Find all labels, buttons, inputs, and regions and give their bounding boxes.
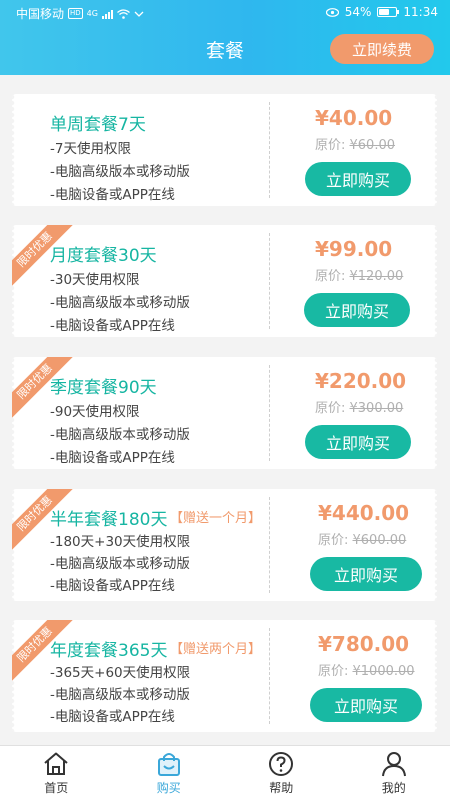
card-divider: [269, 497, 270, 593]
status-bar: 中国移动 HD 4G 54% 11:34: [0, 0, 450, 24]
original-price-label: 原价:: [315, 401, 350, 416]
plan-feature: -90天使用权限: [50, 404, 140, 420]
plan-card-monthly: 限时优惠 月度套餐30天 -30天使用权限 -电脑高级版本或移动版 -电脑设备或…: [12, 225, 437, 337]
plan-feature: -电脑高级版本或移动版: [50, 427, 190, 443]
plan-feature: -电脑设备或APP在线: [50, 318, 175, 334]
plan-card-weekly: 单周套餐7天 -7天使用权限 -电脑高级版本或移动版 -电脑设备或APP在线 ¥…: [12, 94, 437, 206]
buy-button[interactable]: 立即购买: [305, 162, 411, 196]
network-type: 4G: [86, 9, 98, 18]
carrier-label: 中国移动: [16, 7, 65, 21]
original-price: 原价: ¥60.00: [315, 134, 395, 153]
plan-name: 月度套餐30天: [50, 246, 157, 266]
nav-item-buy[interactable]: 购买: [113, 746, 226, 800]
buy-button[interactable]: 立即购买: [310, 557, 422, 591]
plan-price: ¥220.00: [315, 369, 407, 393]
home-icon: [44, 752, 68, 775]
gift-bonus-label: 【赠送两个月】: [170, 642, 262, 657]
buy-button[interactable]: 立即购买: [310, 688, 422, 722]
original-price-value: ¥1000.00: [352, 664, 415, 679]
original-price-value: ¥120.00: [349, 269, 404, 284]
plan-feature: -电脑高级版本或移动版: [50, 164, 190, 180]
plan-feature: -电脑设备或APP在线: [50, 450, 175, 466]
plan-feature: -电脑高级版本或移动版: [50, 556, 190, 572]
buy-button[interactable]: 立即购买: [305, 425, 411, 459]
plan-price: ¥780.00: [318, 632, 410, 656]
plan-feature: -电脑设备或APP在线: [50, 578, 175, 594]
card-divider: [269, 365, 270, 461]
original-price-label: 原价:: [315, 138, 350, 153]
wifi-icon: [117, 8, 130, 19]
user-icon: [381, 751, 406, 776]
original-price: 原价: ¥300.00: [315, 397, 403, 416]
plan-feature: -电脑高级版本或移动版: [50, 687, 190, 703]
plan-card-yearly: 限时优惠 年度套餐365天 【赠送两个月】 -365天+60天使用权限 -电脑高…: [12, 620, 437, 732]
plan-price: ¥440.00: [318, 501, 410, 525]
nav-label: 购买: [156, 780, 181, 795]
card-divider: [269, 628, 270, 724]
original-price-label: 原价:: [315, 269, 350, 284]
original-price-label: 原价:: [318, 664, 353, 679]
data-transfer-icon: [134, 11, 144, 17]
plan-price: ¥99.00: [315, 237, 393, 261]
plan-name: 季度套餐90天: [50, 378, 157, 398]
eye-comfort-icon: [325, 7, 339, 17]
plan-feature: -电脑高级版本或移动版: [50, 295, 190, 311]
plan-feature: -30天使用权限: [50, 272, 140, 288]
plan-feature: -电脑设备或APP在线: [50, 187, 175, 203]
original-price-label: 原价:: [318, 533, 353, 548]
original-price-value: ¥600.00: [352, 533, 407, 548]
plan-name: 年度套餐365天: [50, 641, 168, 661]
card-divider: [269, 102, 270, 198]
plan-name: 单周套餐7天: [50, 115, 146, 135]
plan-feature: -365天+60天使用权限: [50, 665, 191, 681]
original-price-value: ¥60.00: [349, 138, 396, 153]
renew-button[interactable]: 立即续费: [330, 34, 434, 64]
battery-percent: 54%: [344, 5, 372, 19]
nav-item-help[interactable]: 帮助: [225, 746, 338, 800]
original-price-value: ¥300.00: [349, 401, 404, 416]
nav-item-home[interactable]: 首页: [0, 746, 113, 800]
bottom-nav: 首页 购买 帮助 我的: [0, 745, 450, 800]
nav-label: 帮助: [269, 780, 294, 795]
clock: 11:34: [403, 5, 438, 19]
plan-feature: -180天+30天使用权限: [50, 534, 191, 550]
help-icon: [269, 751, 294, 776]
battery-icon: [377, 7, 400, 17]
original-price: 原价: ¥600.00: [318, 529, 406, 548]
nav-label: 首页: [44, 780, 69, 795]
plan-feature: -电脑设备或APP在线: [50, 709, 175, 725]
gift-bonus-label: 【赠送一个月】: [170, 511, 262, 526]
original-price: 原价: ¥1000.00: [318, 660, 415, 679]
hd-badge: HD: [68, 8, 83, 19]
original-price: 原价: ¥120.00: [315, 265, 403, 284]
plan-name: 半年套餐180天: [50, 510, 168, 530]
plan-feature: -7天使用权限: [50, 141, 131, 157]
signal-icon: [101, 9, 113, 19]
card-divider: [269, 233, 270, 329]
plan-price: ¥40.00: [315, 106, 393, 130]
nav-label: 我的: [381, 780, 406, 795]
buy-button[interactable]: 立即购买: [304, 293, 410, 327]
plan-card-quarterly: 限时优惠 季度套餐90天 -90天使用权限 -电脑高级版本或移动版 -电脑设备或…: [12, 357, 437, 469]
nav-item-mine[interactable]: 我的: [338, 746, 450, 800]
plan-card-half-year: 限时优惠 半年套餐180天 【赠送一个月】 -180天+30天使用权限 -电脑高…: [12, 489, 437, 601]
shopping-bag-icon: [157, 752, 180, 776]
header: 中国移动 HD 4G 54% 11:34 套餐 立即续费: [0, 0, 450, 75]
